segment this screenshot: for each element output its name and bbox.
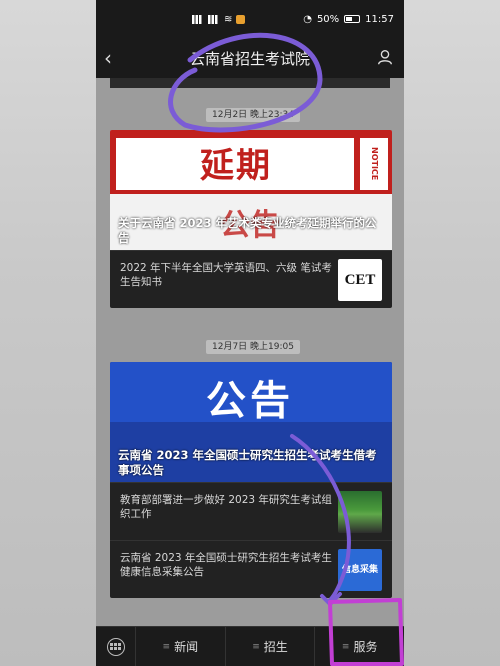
- battery-percent: 50%: [316, 13, 340, 25]
- keyboard-button[interactable]: [96, 626, 136, 666]
- list-item-text: 云南省 2023 年全国硕士研究生招生考试考生健康信息采集公告: [120, 552, 332, 578]
- battery-icon: [344, 15, 361, 23]
- tab-news[interactable]: ≡ 新闻: [136, 626, 226, 666]
- timestamp: 12月2日 晚上23:34: [206, 108, 300, 122]
- tab-admissions[interactable]: ≡ 招生: [226, 626, 316, 666]
- banner-text-big: 延期: [200, 146, 272, 186]
- status-right: ◔ 50% 11:57: [303, 14, 394, 25]
- list-item[interactable]: 云南省 2023 年全国硕士研究生招生考试考生健康信息采集公告 信息采集: [110, 540, 392, 598]
- list-item[interactable]: 2022 年下半年全国大学英语四、六级 笔试考生告知书 CET: [110, 250, 392, 308]
- article-headline[interactable]: 云南省 2023 年全国硕士研究生招生考试考生借考事项公告: [118, 448, 384, 478]
- banner-notice: NOTICE: [360, 138, 388, 190]
- phone-screen: ≋ ◔ 50% 11:57 ‹ 云南省招生考试院 12月2日 晚上23:34 延…: [96, 0, 404, 666]
- article-banner[interactable]: 延期 NOTICE 公告 关于云南省 2023 年艺术类专业统考延期举行的公告: [110, 130, 392, 250]
- article-headline[interactable]: 关于云南省 2023 年艺术类专业统考延期举行的公告: [118, 216, 384, 246]
- photo-thumbnail: [338, 491, 382, 533]
- status-left: ≋: [192, 13, 246, 25]
- article-banner[interactable]: 公告 云南省 2023 年全国硕士研究生招生考试考生借考事项公告: [110, 362, 392, 482]
- tab-label: 服务: [353, 640, 378, 654]
- previous-card-edge: [110, 78, 390, 88]
- list-item-text: 教育部部署进一步做好 2023 年研究生考试组织工作: [120, 494, 332, 520]
- list-item-text: 2022 年下半年全国大学英语四、六级 笔试考生告知书: [120, 262, 332, 288]
- clock: 11:57: [365, 13, 394, 25]
- signal-icon-2: [208, 14, 220, 24]
- banner-text-big: 公告: [206, 378, 294, 424]
- tab-services[interactable]: ≡ 服务: [315, 627, 404, 666]
- info-collect-thumbnail: 信息采集: [338, 549, 382, 591]
- message-feed[interactable]: 12月2日 晚上23:34 延期 NOTICE 公告 关于云南省 2023 年艺…: [96, 78, 404, 626]
- wifi-icon: ≋: [224, 13, 233, 25]
- status-bar: ≋ ◔ 50% 11:57: [96, 0, 404, 38]
- tab-label: 招生: [263, 640, 288, 654]
- keyboard-icon: [106, 637, 125, 656]
- page-title: 云南省招生考试院: [189, 49, 310, 68]
- timestamp: 12月7日 晚上19:05: [206, 340, 300, 354]
- menu-icon: ≡: [341, 641, 350, 652]
- alarm-icon: ◔: [303, 13, 312, 25]
- notification-icon: [236, 14, 246, 24]
- list-item[interactable]: 教育部部署进一步做好 2023 年研究生考试组织工作: [110, 482, 392, 540]
- news-card: 公告 云南省 2023 年全国硕士研究生招生考试考生借考事项公告 教育部部署进一…: [110, 362, 392, 598]
- menu-icon: ≡: [252, 641, 260, 652]
- nav-bar: ‹ 云南省招生考试院: [96, 38, 404, 78]
- chevron-left-icon[interactable]: ‹: [104, 46, 112, 70]
- news-card: 延期 NOTICE 公告 关于云南省 2023 年艺术类专业统考延期举行的公告 …: [110, 130, 392, 308]
- signal-icon: [192, 14, 204, 24]
- tab-label: 新闻: [174, 640, 199, 654]
- bottom-tab-bar: ≡ 新闻 ≡ 招生 ≡ 服务: [96, 626, 404, 666]
- cet-logo: CET: [338, 259, 382, 301]
- menu-icon: ≡: [162, 641, 171, 652]
- user-icon[interactable]: [376, 48, 394, 66]
